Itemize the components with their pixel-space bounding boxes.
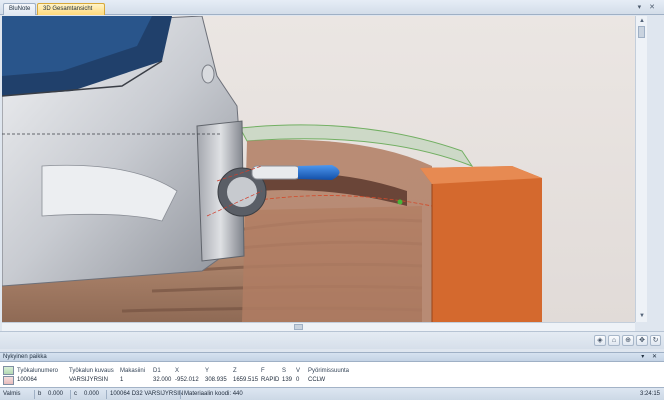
scroll-up-icon[interactable]: ▲ [638, 17, 646, 25]
col-header: S [282, 368, 287, 374]
panel-controls-icon[interactable]: ▾ ✕ [641, 353, 660, 362]
col-header: Y [205, 368, 210, 374]
tool-holder [251, 165, 301, 180]
panel-title: Nykyinen paikka [3, 354, 47, 360]
horizontal-scroll-thumb[interactable] [294, 324, 303, 330]
table-cell: 0 [296, 377, 300, 383]
b-axis-value: 0.000 [48, 391, 64, 397]
3d-viewport[interactable] [2, 16, 635, 322]
camera-icon[interactable]: ◈ [594, 335, 606, 346]
clock: 3:24:15 [640, 391, 661, 397]
rotate-icon[interactable]: ↻ [650, 335, 661, 346]
horizontal-scrollbar[interactable] [2, 322, 635, 331]
tab-blunote[interactable]: BluNote [3, 3, 36, 15]
table-cell: 139 [282, 377, 293, 383]
col-header: X [175, 368, 180, 374]
workpiece-block [420, 166, 542, 322]
table-cell: -952.012 [175, 377, 199, 383]
pan-icon[interactable]: ✥ [636, 335, 648, 346]
tool-info: 100064 D32 VARSIJYRSIN [110, 391, 184, 397]
app-window: BluNote 3D Gesamtansicht ▾ ✕ ▲ ▼ ◈ ⌂ ⊕ ✥… [0, 0, 664, 400]
scroll-down-icon[interactable]: ▼ [638, 312, 646, 320]
3d-scene [2, 16, 542, 322]
table-cell: 1 [120, 377, 124, 383]
table-cell: 308.935 [205, 377, 227, 383]
col-header: Makasiini [120, 368, 146, 374]
table-cell: 32.000 [153, 377, 172, 383]
status-text: Valmis [3, 391, 21, 397]
material-code: Materiaalin koodi: 440 [184, 391, 243, 397]
col-header: Työkalun kuvaus [69, 368, 114, 374]
table-cell: 1659.515 [233, 377, 259, 383]
tab-3d-view[interactable]: 3D Gesamtansicht [37, 3, 105, 15]
tool-table-icon[interactable] [3, 366, 14, 375]
tool-warning-icon[interactable] [3, 376, 14, 385]
zoom-icon[interactable]: ⊕ [622, 335, 634, 346]
col-header: V [296, 368, 301, 374]
col-header: Pyörimissuunta [308, 368, 350, 374]
tool-cutter [298, 165, 340, 180]
panel-body: Työkalunumero Työkalun kuvaus Makasiini … [0, 362, 664, 387]
c-axis-value: 0.000 [84, 391, 100, 397]
b-axis-label: b [38, 391, 42, 397]
status-bar: Valmis b 0.000 c 0.000 100064 D32 VARSIJ… [0, 387, 664, 400]
table-cell: VARSIJYRSIN [69, 377, 108, 383]
col-header: Z [233, 368, 237, 374]
view-toolbar: ◈ ⌂ ⊕ ✥ ↻ [0, 331, 664, 349]
panel-header: Nykyinen paikka ▾ ✕ [0, 352, 664, 362]
table-cell: RAPID [261, 377, 280, 383]
home-icon[interactable]: ⌂ [608, 335, 620, 346]
tab-close-icon[interactable]: ▾ ✕ [638, 3, 658, 11]
col-header: D1 [153, 368, 161, 374]
c-axis-label: c [74, 391, 77, 397]
col-header: Työkalunumero [17, 368, 59, 374]
table-cell: 100064 [17, 377, 38, 383]
vertical-scroll-thumb[interactable] [638, 26, 645, 38]
table-cell: CCLW [308, 377, 326, 383]
tab-bar: BluNote 3D Gesamtansicht ▾ ✕ [0, 0, 664, 15]
col-header: F [261, 368, 265, 374]
vertical-scrollbar[interactable]: ▲ ▼ [635, 16, 647, 322]
